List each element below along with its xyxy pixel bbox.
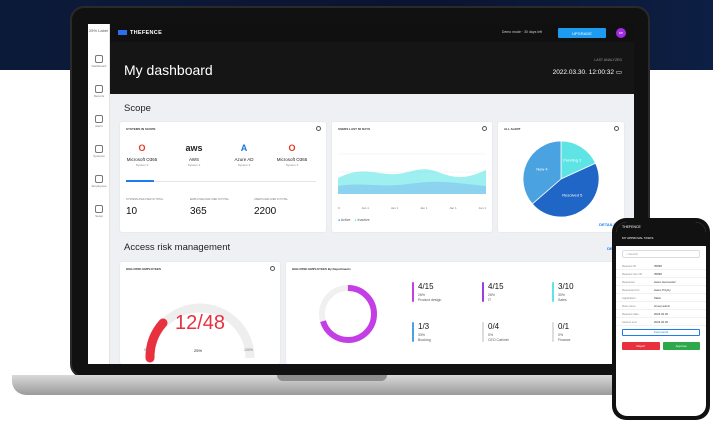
system-o365[interactable]: O Microsoft O365 System 2 (124, 142, 160, 167)
scroll-track (126, 181, 316, 182)
gauge-value: 12/48 (174, 312, 226, 334)
bell-icon (95, 114, 103, 123)
info-icon[interactable] (482, 126, 487, 131)
calendar-icon[interactable]: ▭ (616, 69, 622, 76)
last-analyzed-value: 2022.03.30. 12:00:32 ▭ (552, 69, 622, 76)
gauge-max: 100% (244, 348, 253, 352)
phone-row: Request date 2023.03.30 (616, 310, 706, 318)
phone-title: MY APPROVAL TASKS (622, 236, 654, 240)
departments-donut (319, 285, 377, 343)
pie-slice-label: New 4 (536, 166, 548, 171)
gauge-min: 0% (144, 348, 150, 352)
laptop-screen: 25% Label Dashboard Reports Alerts Syste… (88, 24, 634, 364)
system-aws[interactable]: aws AWS System 2 (176, 142, 212, 167)
high-risk-card-title: HIGH RISK EMPLOYEES (126, 267, 162, 271)
search-icon: ⌕ (626, 252, 628, 256)
sidebar-item-systems[interactable]: Systems (88, 136, 110, 166)
phone-row: Request item ID 35698 (616, 270, 706, 278)
brand-logo: THEFENCE (118, 30, 162, 36)
office-icon: O (288, 143, 296, 153)
sidebar-logo: 25% Label (89, 28, 108, 33)
phone-brand: THEFENCE (622, 225, 641, 229)
users-x-axis: 0 Jan 1 Jan 1 Jan 1 Jan 1 Jan 1 (338, 206, 486, 210)
sidebar-item-reports[interactable]: Reports (88, 76, 110, 106)
sidebar: 25% Label Dashboard Reports Alerts Syste… (88, 24, 110, 364)
info-icon[interactable] (316, 126, 321, 131)
phone-actions: Reject Approve (616, 339, 706, 353)
aws-icon: aws (185, 143, 203, 153)
departments-card-title: HIGH RISK EMPLOYEES By Departments (292, 267, 351, 271)
scroll-thumb[interactable] (126, 180, 154, 182)
sidebar-item-alerts[interactable]: Alerts (88, 106, 110, 136)
phone-row: Request ID 35698 (616, 262, 706, 270)
eye-icon (95, 204, 103, 213)
phone-row: Role name Group admin (616, 302, 706, 310)
sidebar-item-setup[interactable]: Setup (88, 196, 110, 226)
home-icon (95, 54, 103, 63)
info-icon[interactable] (614, 126, 619, 131)
approve-button[interactable]: Approve (662, 342, 700, 350)
sidebar-item-dashboard[interactable]: Dashboard (88, 46, 110, 76)
azure-icon: A (240, 143, 248, 153)
users-area-chart (338, 153, 486, 194)
gauge-mid: 25% (194, 348, 203, 353)
phone-frame: THEFENCE MY APPROVAL TASKS ⌕ Search Requ… (612, 218, 710, 420)
document-icon (95, 84, 103, 93)
scope-title: Scope (124, 103, 151, 114)
scene: 25% Label Dashboard Reports Alerts Syste… (0, 0, 713, 425)
avatar[interactable]: DP (616, 28, 626, 38)
last-analyzed-label: LAST ANALYZED (594, 58, 622, 62)
page-title: My dashboard (124, 62, 213, 78)
users-card-title: USERS LAST 60 DAYS (338, 127, 371, 131)
alerts-card-title: ALL ALERT (504, 127, 521, 131)
phone-row: Access end 2023.04.30 (616, 318, 706, 326)
users-icon (95, 174, 103, 183)
pie-slice-label: Resolved 5 (562, 193, 583, 198)
alerts-card: ALL ALERT Pending 2 Resolved 5 New 4 DETAI… (498, 122, 624, 232)
systems-card-title: SYSTEMS IN SCOPE (126, 127, 156, 131)
departments-card: HIGH RISK EMPLOYEES By Departments 4/15 2… (286, 262, 624, 364)
system-azure[interactable]: A Azure AD System 2 (226, 142, 262, 167)
phone-comments-button[interactable]: Comments (622, 329, 700, 336)
high-risk-card: HIGH RISK EMPLOYEES 12/48 0% 25% 100% (120, 262, 280, 364)
phone-screen: THEFENCE MY APPROVAL TASKS ⌕ Search Requ… (616, 222, 706, 416)
phone-search-input[interactable]: ⌕ Search (622, 250, 700, 258)
risk-title: Access risk management (124, 242, 231, 253)
info-icon[interactable] (270, 266, 275, 271)
demo-mode-text: Demo mode · 30 days left (501, 30, 542, 34)
fence-icon (118, 30, 127, 36)
top-bar: THEFENCE Demo mode · 30 days left UPGRAD… (110, 24, 634, 42)
laptop-frame: 25% Label Dashboard Reports Alerts Syste… (70, 6, 650, 378)
phone-row: Requester Helen Hernandez (616, 278, 706, 286)
reject-button[interactable]: Reject (622, 342, 660, 350)
pie-slice-label: Pending 2 (563, 157, 582, 162)
phone-row: Requested for Helen Przyby (616, 286, 706, 294)
phone-top-bar: THEFENCE MY APPROVAL TASKS (616, 222, 706, 246)
legend-dot-icon: ● (338, 218, 341, 222)
system-o365-2[interactable]: O Microsoft O365 System 2 (274, 142, 310, 167)
page-header: My dashboard LAST ANALYZED 2022.03.30. 1… (110, 42, 634, 94)
alerts-pie-chart: Pending 2 Resolved 5 New 4 (522, 140, 600, 218)
legend-dot-icon: ● (354, 218, 357, 222)
upgrade-button[interactable]: UPGRADE (558, 28, 606, 38)
office-icon: O (138, 143, 146, 153)
phone-row: Application Slack (616, 294, 706, 302)
sidebar-item-employees[interactable]: Employees (88, 166, 110, 196)
users-legend: ● Active ● Inactive (338, 218, 370, 222)
users-card: USERS LAST 60 DAYS 0 Jan 1 Jan 1 Jan 1 Jan 1… (332, 122, 492, 232)
laptop-base (12, 375, 652, 395)
layers-icon (95, 144, 103, 153)
systems-card: SYSTEMS IN SCOPE O Microsoft O365 System 2… (120, 122, 326, 232)
